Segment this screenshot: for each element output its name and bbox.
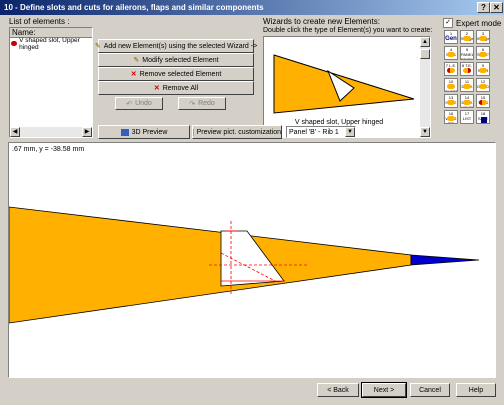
remove-all-label: Remove All (162, 84, 199, 92)
preview-customization-label: Preview pict. customization (196, 128, 281, 136)
wand-icon: ✎ (94, 43, 101, 50)
cube-icon (120, 128, 129, 136)
wizard-tile-5[interactable]: 5 PANEL EDITING (460, 46, 474, 60)
scroll-down-icon[interactable]: ▼ (420, 127, 430, 137)
list-item[interactable]: V shaped slot, Upper hinged (11, 36, 91, 51)
undo-button[interactable]: ↶ Undo (115, 97, 163, 110)
panel-select[interactable]: Panel 'B' - Rib 1 ▼ (286, 126, 356, 138)
expert-mode-checkbox[interactable]: ✓ Expert mode (443, 18, 501, 28)
tile-label: 5 PANEL EDITING (461, 47, 474, 60)
wing-tip-icon (447, 116, 455, 121)
modify-element-button[interactable]: ✎ Modify selected Element (98, 53, 254, 67)
add-element-button[interactable]: ✎ Add new Element(s) using the selected … (94, 39, 257, 53)
remove-all-button[interactable]: ✕ Remove All (98, 81, 254, 95)
preview-3d-label: 3D Preview (131, 128, 168, 136)
wizard-tile-13[interactable]: 13 HOLE (444, 94, 458, 108)
remove-icon: ✕ (130, 71, 137, 78)
tabs-icon (479, 100, 487, 105)
close-button[interactable]: ✕ (490, 2, 503, 13)
wizard-tile-gen[interactable]: 1 Gen (444, 30, 458, 44)
redo-button[interactable]: ↷ Redo (178, 97, 226, 110)
remove-all-icon: ✕ (153, 85, 160, 92)
wizard-vscrollbar[interactable]: ▲ ▼ (420, 37, 430, 137)
deck-icon (463, 84, 471, 89)
checkbox-checked-icon[interactable]: ✓ (443, 18, 453, 28)
wizard-tile-8[interactable]: 8 T.E. (460, 62, 474, 76)
scroll-right-icon[interactable]: ▶ (82, 127, 92, 137)
wizard-tile-15[interactable]: 15 TABS (476, 94, 490, 108)
wizard-tile-6[interactable]: 6 SHEET (476, 46, 490, 60)
back-label: < Back (327, 386, 349, 394)
wizard-tile-14[interactable]: 14 DECK HOLES (460, 94, 474, 108)
cancel-label: Cancel (419, 386, 441, 394)
elements-list-label: List of elements : (9, 17, 70, 26)
chevron-down-icon[interactable]: ▼ (345, 127, 355, 137)
help-title-button[interactable]: ? (477, 2, 490, 13)
trailing-edge-icon (463, 68, 471, 73)
panel-select-value: Panel 'B' - Rib 1 (289, 129, 339, 136)
list-hscrollbar[interactable]: ◀ ▶ (10, 127, 92, 137)
dialog-window: 10 - Define slots and cuts for ailerons,… (0, 0, 504, 405)
remove-element-label: Remove selected Element (139, 70, 222, 78)
modify-icon: ✎ (133, 57, 140, 64)
wizard-tile-18[interactable]: 18 SAVE (476, 110, 490, 124)
spar-icon (479, 68, 487, 73)
back-button[interactable]: < Back (317, 383, 359, 397)
title-bar: 10 - Define slots and cuts for ailerons,… (0, 0, 504, 15)
ribs-icon (447, 52, 455, 57)
redo-icon: ↷ (189, 100, 196, 108)
help-label: Help (468, 386, 484, 394)
elements-list[interactable]: Name: V shaped slot, Upper hinged ◀ ▶ (9, 27, 93, 138)
modify-element-label: Modify selected Element (142, 56, 219, 64)
slots-icon (447, 84, 455, 89)
wizard-preview[interactable]: V shaped slot, Upper hinged ▲ ▼ (263, 36, 431, 138)
wizards-instruction: Double click the type of Element(s) you … (263, 27, 433, 34)
help-button[interactable]: Help (456, 383, 496, 397)
next-button[interactable]: Next > (361, 382, 407, 398)
wizard-tile-2[interactable]: 2 Wedge (460, 30, 474, 44)
cancel-button[interactable]: Cancel (410, 383, 450, 397)
wedge-icon (463, 36, 471, 41)
wizard-tile-16[interactable]: 16 WING TIP (444, 110, 458, 124)
wizard-tile-9[interactable]: 9 SPAR (476, 62, 490, 76)
wizard-preview-caption: V shaped slot, Upper hinged (294, 119, 384, 126)
scroll-thumb[interactable] (420, 49, 430, 59)
tile-label: 17 LIST (462, 111, 472, 121)
wizard-tile-3[interactable]: 3 Wedge (476, 30, 490, 44)
undo-label: Undo (135, 100, 152, 107)
airfoil-drawing (9, 206, 480, 324)
next-label: Next > (373, 386, 395, 394)
picture-icon (193, 128, 194, 136)
remove-element-button[interactable]: ✕ Remove selected Element (98, 67, 254, 81)
expert-mode-label: Expert mode (456, 18, 502, 28)
add-element-label: Add new Element(s) using the selected Wi… (103, 42, 258, 50)
wedge-icon (479, 36, 487, 41)
save-icon (481, 117, 487, 123)
list-item-label: V shaped slot, Upper hinged (19, 36, 80, 51)
scroll-up-icon[interactable]: ▲ (420, 37, 430, 47)
wizard-tile-7[interactable]: 7 L.E. (444, 62, 458, 76)
wizard-tile-10[interactable]: 10 OIL SLOTS (444, 78, 458, 92)
undo-icon: ↶ (126, 100, 133, 108)
slot-element-icon (11, 41, 18, 46)
hole-icon (447, 100, 455, 105)
sheet-icon (479, 52, 487, 57)
gen-label: Gen (445, 36, 457, 42)
redo-label: Redo (198, 100, 215, 107)
wizard-tile-17[interactable]: 17 LIST (460, 110, 474, 124)
deck-holes-icon (463, 100, 471, 105)
window-title: 10 - Define slots and cuts for ailerons,… (4, 3, 264, 12)
preview-3d-button[interactable]: 3D Preview (98, 125, 190, 139)
wizard-tile-12[interactable]: 12 GEODE (476, 78, 490, 92)
preview-customization-button[interactable]: Preview pict. customization (192, 125, 282, 139)
drawing-canvas[interactable]: .67 mm, y = -38.58 mm (8, 142, 496, 378)
leading-edge-icon (447, 68, 455, 73)
geode-icon (479, 84, 487, 89)
scroll-left-icon[interactable]: ◀ (10, 127, 20, 137)
wizard-tile-4[interactable]: 4 RIBS (444, 46, 458, 60)
wizard-preview-image (273, 54, 415, 114)
wizard-tile-11[interactable]: 11 DECK (460, 78, 474, 92)
wizards-label: Wizards to create new Elements: (263, 17, 380, 26)
airfoil-tip (410, 254, 480, 266)
